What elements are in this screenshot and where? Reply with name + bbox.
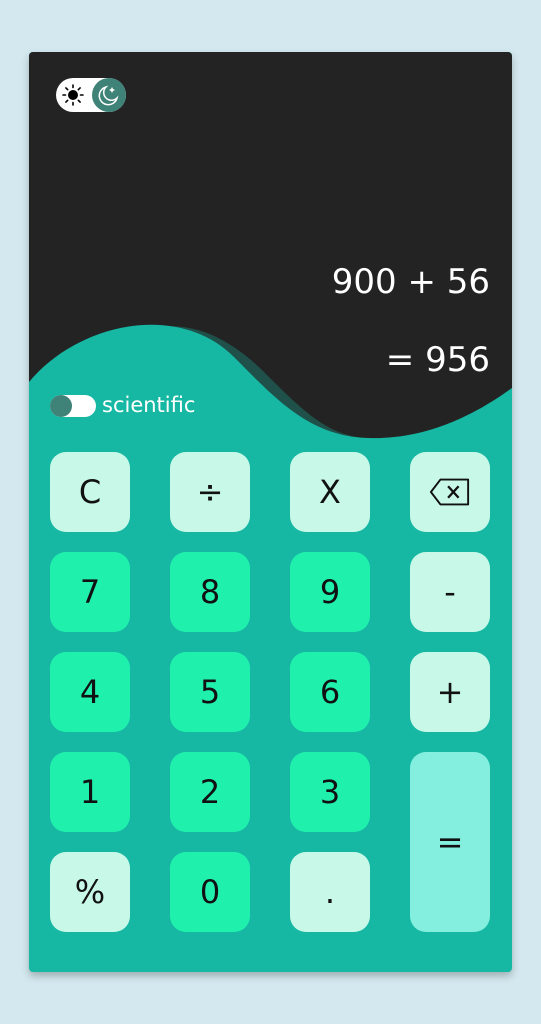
expression-display: 900 + 56	[331, 262, 490, 302]
seven-button[interactable]: 7	[50, 552, 130, 632]
scientific-toggle-knob[interactable]	[50, 395, 72, 417]
plus-button[interactable]: +	[410, 652, 490, 732]
decimal-button[interactable]: .	[290, 852, 370, 932]
six-button[interactable]: 6	[290, 652, 370, 732]
equals-button[interactable]: =	[410, 752, 490, 932]
multiply-button[interactable]: X	[290, 452, 370, 532]
two-button[interactable]: 2	[170, 752, 250, 832]
scientific-toggle[interactable]	[50, 395, 96, 417]
backspace-button[interactable]	[410, 452, 490, 532]
eight-button[interactable]: 8	[170, 552, 250, 632]
divide-button[interactable]: ÷	[170, 452, 250, 532]
five-button[interactable]: 5	[170, 652, 250, 732]
calculator: 900 + 56 = 956 scientific C ÷ X 7 8 9 - …	[29, 52, 512, 972]
sun-icon	[62, 84, 84, 106]
moon-icon	[98, 85, 119, 106]
result-display: = 956	[385, 340, 490, 380]
theme-toggle-knob[interactable]	[92, 78, 126, 112]
backspace-icon	[429, 478, 470, 506]
display-background	[29, 52, 512, 452]
theme-toggle[interactable]	[56, 78, 126, 112]
clear-button[interactable]: C	[50, 452, 130, 532]
three-button[interactable]: 3	[290, 752, 370, 832]
four-button[interactable]: 4	[50, 652, 130, 732]
one-button[interactable]: 1	[50, 752, 130, 832]
percent-button[interactable]: %	[50, 852, 130, 932]
nine-button[interactable]: 9	[290, 552, 370, 632]
scientific-label: scientific	[102, 393, 196, 417]
minus-button[interactable]: -	[410, 552, 490, 632]
zero-button[interactable]: 0	[170, 852, 250, 932]
